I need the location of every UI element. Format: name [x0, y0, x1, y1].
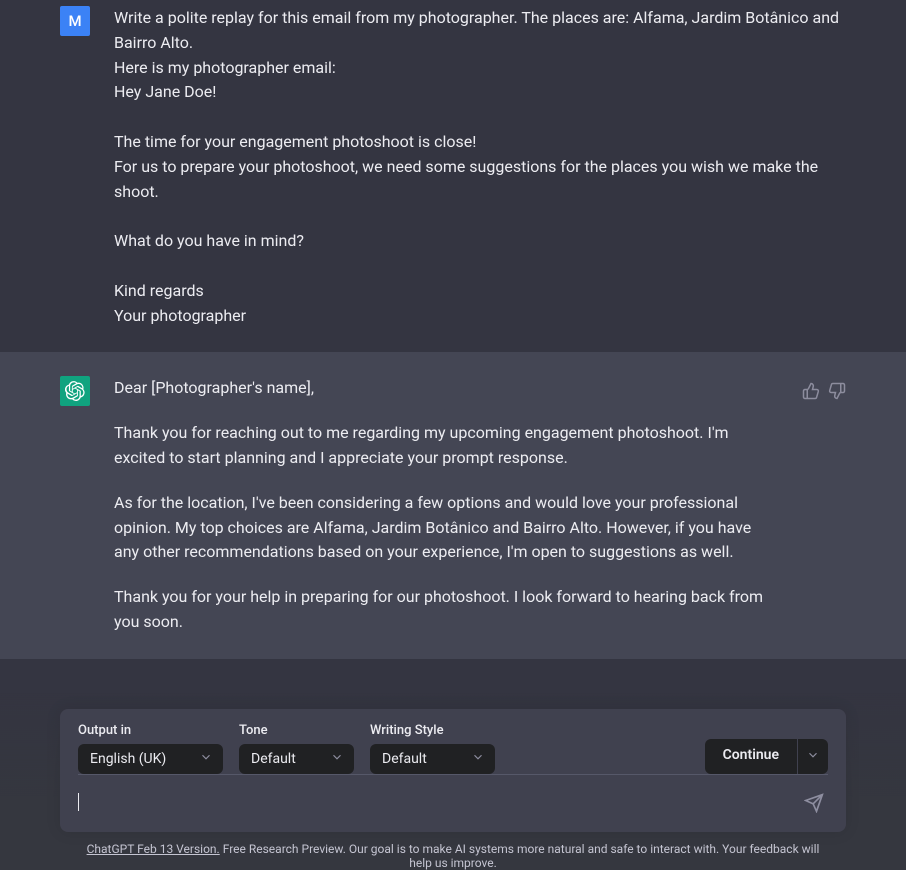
user-avatar: M	[60, 6, 90, 36]
writing-style-control: Writing Style Default	[370, 723, 495, 774]
tone-label: Tone	[239, 723, 354, 738]
assistant-paragraph: Thank you for your help in preparing for…	[114, 585, 778, 635]
thumbs-up-button[interactable]	[802, 382, 820, 400]
chevron-down-icon	[330, 750, 344, 768]
output-language-select[interactable]: English (UK)	[78, 744, 223, 774]
continue-group: Continue	[705, 739, 828, 774]
footer-rest: Free Research Preview. Our goal is to ma…	[220, 842, 820, 870]
assistant-avatar	[60, 376, 90, 406]
input-panel: Output in English (UK) Tone Default	[60, 709, 846, 832]
tone-select[interactable]: Default	[239, 744, 354, 774]
message-input-row	[78, 783, 828, 822]
writing-style-label: Writing Style	[370, 723, 495, 738]
output-language-label: Output in	[78, 723, 223, 738]
assistant-message: AIPRM AIPRM Dear [Photographer's name],T…	[0, 352, 906, 658]
output-language-control: Output in English (UK)	[78, 723, 223, 774]
feedback-actions	[802, 376, 846, 634]
input-area: Output in English (UK) Tone Default	[0, 693, 906, 870]
text-cursor	[78, 793, 79, 811]
assistant-paragraph: Dear [Photographer's name],	[114, 376, 778, 401]
footer-disclaimer: ChatGPT Feb 13 Version. Free Research Pr…	[60, 832, 846, 870]
output-language-value: English (UK)	[90, 751, 166, 767]
continue-button[interactable]: Continue	[705, 739, 797, 774]
chevron-down-icon	[471, 750, 485, 768]
tone-control: Tone Default	[239, 723, 354, 774]
writing-style-select[interactable]: Default	[370, 744, 495, 774]
version-link[interactable]: ChatGPT Feb 13 Version.	[87, 842, 220, 856]
continue-dropdown-button[interactable]	[798, 739, 828, 774]
user-message-content: Write a polite replay for this email fro…	[114, 6, 846, 328]
writing-style-value: Default	[382, 751, 427, 767]
send-button[interactable]	[804, 793, 824, 813]
conversation-area: M Write a polite replay for this email f…	[0, 0, 906, 693]
assistant-paragraph: As for the location, I've been consideri…	[114, 491, 778, 565]
tone-value: Default	[251, 751, 296, 767]
assistant-paragraph: Thank you for reaching out to me regardi…	[114, 421, 778, 471]
assistant-message-content: Dear [Photographer's name], Thank you for…	[114, 376, 778, 634]
chevron-down-icon	[199, 750, 213, 768]
avatar-initial: M	[68, 12, 81, 30]
chevron-down-icon	[806, 747, 820, 766]
thumbs-down-button[interactable]	[828, 382, 846, 400]
message-input[interactable]	[78, 787, 828, 822]
prompt-controls: Output in English (UK) Tone Default	[78, 723, 828, 775]
user-text: Write a polite replay for this email fro…	[114, 6, 846, 328]
user-message: M Write a polite replay for this email f…	[0, 0, 906, 352]
continue-label: Continue	[723, 747, 779, 763]
